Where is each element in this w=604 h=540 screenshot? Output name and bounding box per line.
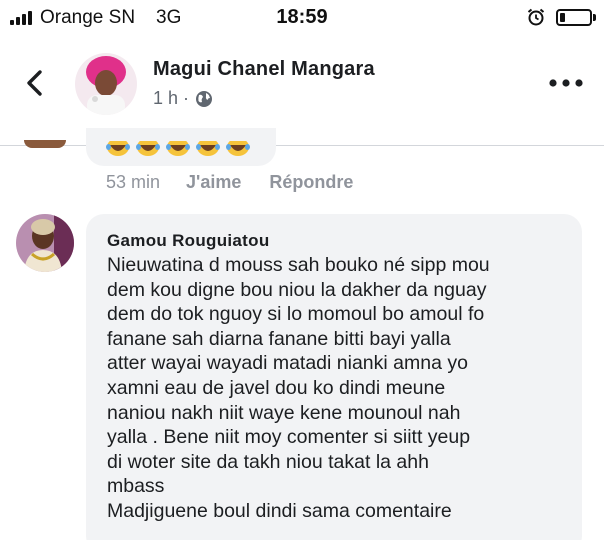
- profile-name[interactable]: Magui Chanel Mangara: [153, 58, 375, 81]
- alarm-icon: [527, 8, 545, 26]
- comment-line: di woter site da takh niou takat la ahh: [107, 450, 429, 473]
- more-options-icon[interactable]: [548, 76, 584, 90]
- comment-line: mbass: [107, 475, 165, 498]
- status-bar: Orange SN 3G 18:59: [0, 0, 604, 36]
- previous-comment-emojis: [106, 141, 250, 157]
- comment-line: Madjiguene boul dindi sama comentaire: [107, 499, 452, 522]
- commenter-avatar[interactable]: [16, 214, 74, 272]
- laughing-emoji-icon: [166, 141, 190, 156]
- battery-level: [560, 13, 565, 22]
- globe-icon: [196, 90, 213, 107]
- comment-line: dem kou digne bou niou la dakher da ngua…: [107, 278, 487, 301]
- status-time: 18:59: [276, 6, 328, 28]
- comment-line: xamni eau de javel dou ko dindi meune: [107, 376, 446, 399]
- laughing-emoji-icon: [226, 141, 250, 156]
- profile-photo: [75, 53, 137, 115]
- previous-commenter-avatar[interactable]: [24, 140, 66, 148]
- laughing-emoji-icon: [106, 141, 130, 156]
- battery-nub: [593, 14, 596, 21]
- comment-line: fanane sah diarna fanane bitti bayi yall…: [107, 327, 451, 350]
- laughing-emoji-icon: [196, 141, 220, 156]
- laughing-emoji-icon: [136, 141, 160, 156]
- battery-icon: [556, 9, 592, 26]
- post-meta: 1 h ·: [153, 88, 213, 109]
- comment-line: yalla . Bene niit moy comenter si siitt …: [107, 426, 471, 449]
- comment-line: atter wayai wayadi matadi nianki amna yo: [107, 352, 468, 375]
- commenter-photo: [16, 214, 74, 272]
- comment-text: Nieuwatina d mouss sah bouko né sipp mou…: [107, 253, 572, 524]
- post-age: 1 h ·: [153, 88, 190, 108]
- comment-line: naniou nakh niit waye kene mounoul nah: [107, 401, 461, 424]
- profile-avatar[interactable]: [75, 53, 137, 115]
- comment-line: Nieuwatina d mouss sah bouko né sipp mou: [107, 254, 490, 276]
- like-button[interactable]: J'aime: [186, 172, 241, 193]
- comment-author[interactable]: Gamou Rouguiatou: [107, 231, 270, 251]
- reply-button[interactable]: Répondre: [269, 172, 353, 193]
- previous-comment-actions: 53 min J'aime Répondre: [106, 172, 353, 193]
- back-chevron-icon[interactable]: [18, 66, 52, 100]
- comment-line: dem do tok nguoy si lo momoul bo amoul f…: [107, 303, 485, 326]
- comment-time: 53 min: [106, 172, 161, 192]
